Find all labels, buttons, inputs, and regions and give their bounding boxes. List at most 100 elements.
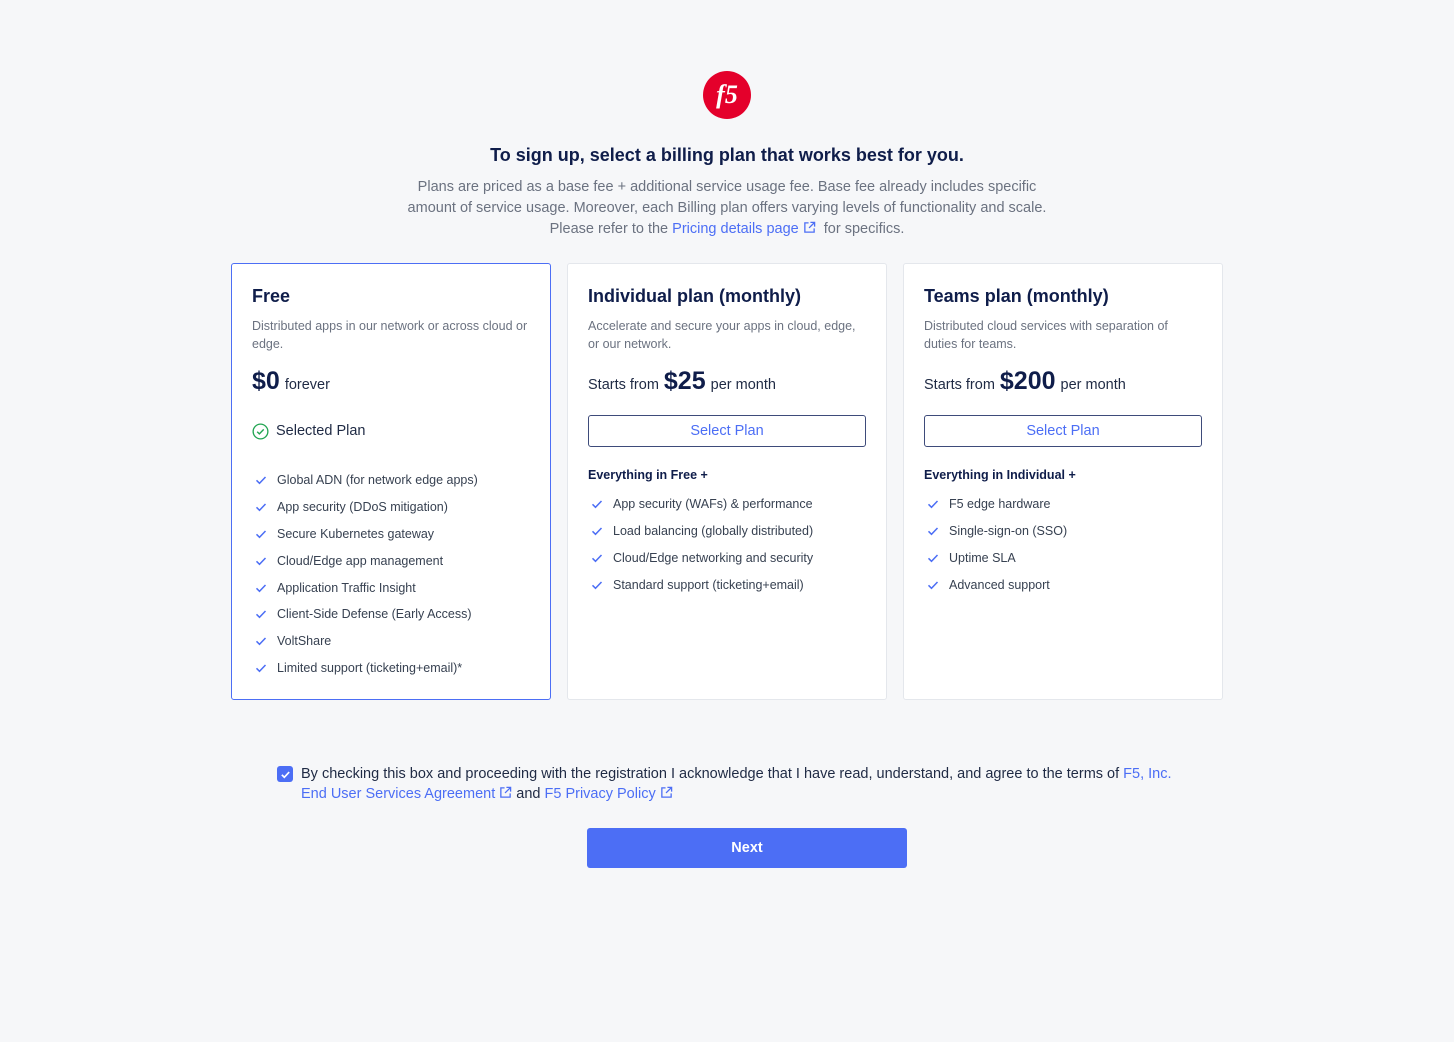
feature-label: Uptime SLA <box>949 550 1016 565</box>
list-item: Cloud/Edge app management <box>252 547 530 574</box>
plan-price-suffix: per month <box>1060 377 1126 393</box>
list-item: Cloud/Edge networking and security <box>588 545 866 572</box>
check-icon <box>255 530 267 539</box>
list-item: Advanced support <box>924 571 1202 598</box>
check-circle-icon <box>252 422 269 440</box>
list-item: Single-sign-on (SSO) <box>924 518 1202 545</box>
external-link-icon <box>500 786 512 798</box>
feature-label: App security (DDoS mitigation) <box>277 500 448 515</box>
feature-label: F5 edge hardware <box>949 497 1051 512</box>
selected-plan-indicator: Selected Plan <box>252 421 530 441</box>
feature-list: App security (WAFs) & performance Load b… <box>588 491 866 598</box>
plan-price-row: Starts from $200 per month <box>924 367 1202 401</box>
plan-description: Accelerate and secure your apps in cloud… <box>588 319 856 351</box>
plan-name: Free <box>252 286 291 306</box>
svg-text:f5: f5 <box>716 80 738 109</box>
feature-list: F5 edge hardware Single-sign-on (SSO) Up… <box>924 491 1202 598</box>
list-item: Uptime SLA <box>924 545 1202 572</box>
check-icon <box>591 581 603 590</box>
features-heading: Everything in Individual + <box>924 468 1076 482</box>
check-icon <box>591 554 603 563</box>
check-icon <box>927 554 939 563</box>
signup-page: f5 To sign up, select a billing plan tha… <box>0 0 1454 1042</box>
plan-price-prefix: Starts from <box>924 377 995 393</box>
terms-and: and <box>516 786 541 802</box>
privacy-policy-link[interactable]: F5 Privacy Policy <box>545 786 673 802</box>
plan-price-suffix: per month <box>710 377 776 393</box>
plan-price-suffix: forever <box>284 377 330 393</box>
plan-card-free[interactable]: Free Distributed apps in our network or … <box>231 263 551 700</box>
list-item: Secure Kubernetes gateway <box>252 521 530 548</box>
check-icon <box>255 610 267 619</box>
terms-text: By checking this box and proceeding with… <box>301 764 1177 804</box>
list-item: Application Traffic Insight <box>252 574 530 601</box>
feature-label: Single-sign-on (SSO) <box>949 524 1068 539</box>
plan-price: $200 <box>999 367 1056 395</box>
privacy-policy-link-label: F5 Privacy Policy <box>544 786 656 802</box>
plan-card-individual[interactable]: Individual plan (monthly) Accelerate and… <box>567 263 887 700</box>
intro-text: Plans are priced as a base fee + additio… <box>377 177 1077 240</box>
plan-price: $25 <box>663 367 706 395</box>
features-heading: Everything in Free + <box>588 468 708 482</box>
check-icon <box>927 527 939 536</box>
list-item: App security (WAFs) & performance <box>588 491 866 518</box>
feature-label: Application Traffic Insight <box>277 580 416 595</box>
pricing-details-link-label: Pricing details page <box>672 221 799 237</box>
check-icon <box>255 503 267 512</box>
feature-label: App security (WAFs) & performance <box>613 497 813 512</box>
list-item: F5 edge hardware <box>924 491 1202 518</box>
list-item: App security (DDoS mitigation) <box>252 494 530 521</box>
feature-list: Global ADN (for network edge apps) App s… <box>252 467 530 681</box>
terms-acknowledgement: By checking this box and proceeding with… <box>277 764 1177 804</box>
plan-price-row: Starts from $25 per month <box>588 367 866 401</box>
page-title: To sign up, select a billing plan that w… <box>490 145 964 165</box>
check-icon <box>255 584 267 592</box>
terms-checkbox[interactable] <box>277 766 293 782</box>
intro-line-3-prefix: Please refer to the <box>549 221 669 237</box>
feature-label: Load balancing (globally distributed) <box>613 524 814 539</box>
plan-price: $0 <box>252 367 280 395</box>
pricing-details-link[interactable]: Pricing details page <box>672 221 816 237</box>
check-icon <box>255 637 267 646</box>
feature-label: Global ADN (for network edge apps) <box>277 473 478 488</box>
feature-label: Cloud/Edge app management <box>277 553 444 568</box>
check-icon <box>591 527 603 536</box>
external-link-icon <box>660 786 672 798</box>
intro-line-3: Please refer to the Pricing details page… <box>377 219 1077 240</box>
external-link-icon <box>803 221 815 233</box>
check-icon <box>255 557 267 566</box>
feature-label: VoltShare <box>277 634 332 649</box>
list-item: Standard support (ticketing+email) <box>588 571 866 598</box>
next-button[interactable]: Next <box>587 828 907 868</box>
plan-name: Teams plan (monthly) <box>924 286 1109 306</box>
list-item: Global ADN (for network edge apps) <box>252 467 530 494</box>
intro-line-3-suffix: for specifics. <box>823 221 905 237</box>
plan-card-teams[interactable]: Teams plan (monthly) Distributed cloud s… <box>903 263 1223 700</box>
check-icon <box>927 500 939 509</box>
list-item: VoltShare <box>252 628 530 655</box>
select-plan-button[interactable]: Select Plan <box>924 415 1202 447</box>
list-item: Load balancing (globally distributed) <box>588 518 866 545</box>
plan-price-row: $0 forever <box>252 367 530 401</box>
list-item: Limited support (ticketing+email)* <box>252 655 530 682</box>
check-icon <box>255 664 267 673</box>
feature-label: Secure Kubernetes gateway <box>277 526 435 541</box>
plan-description: Distributed cloud services with separati… <box>924 319 1168 351</box>
checkmark-icon <box>280 770 290 778</box>
feature-label: Advanced support <box>949 577 1050 592</box>
list-item: Client-Side Defense (Early Access) <box>252 601 530 628</box>
f5-logo: f5 <box>703 71 751 119</box>
plan-price-prefix: Starts from <box>588 377 659 393</box>
feature-label: Cloud/Edge networking and security <box>613 550 814 565</box>
select-plan-button[interactable]: Select Plan <box>588 415 866 447</box>
feature-label: Standard support (ticketing+email) <box>613 577 804 592</box>
feature-label: Limited support (ticketing+email)* <box>277 660 463 675</box>
check-icon <box>255 476 267 485</box>
check-icon <box>591 500 603 509</box>
terms-text-prefix: By checking this box and proceeding with… <box>301 766 1120 782</box>
plan-description: Distributed apps in our network or acros… <box>252 319 528 351</box>
plan-name: Individual plan (monthly) <box>588 286 801 306</box>
check-icon <box>927 581 939 590</box>
selected-plan-label: Selected Plan <box>276 423 366 439</box>
feature-label: Client-Side Defense (Early Access) <box>277 607 472 622</box>
